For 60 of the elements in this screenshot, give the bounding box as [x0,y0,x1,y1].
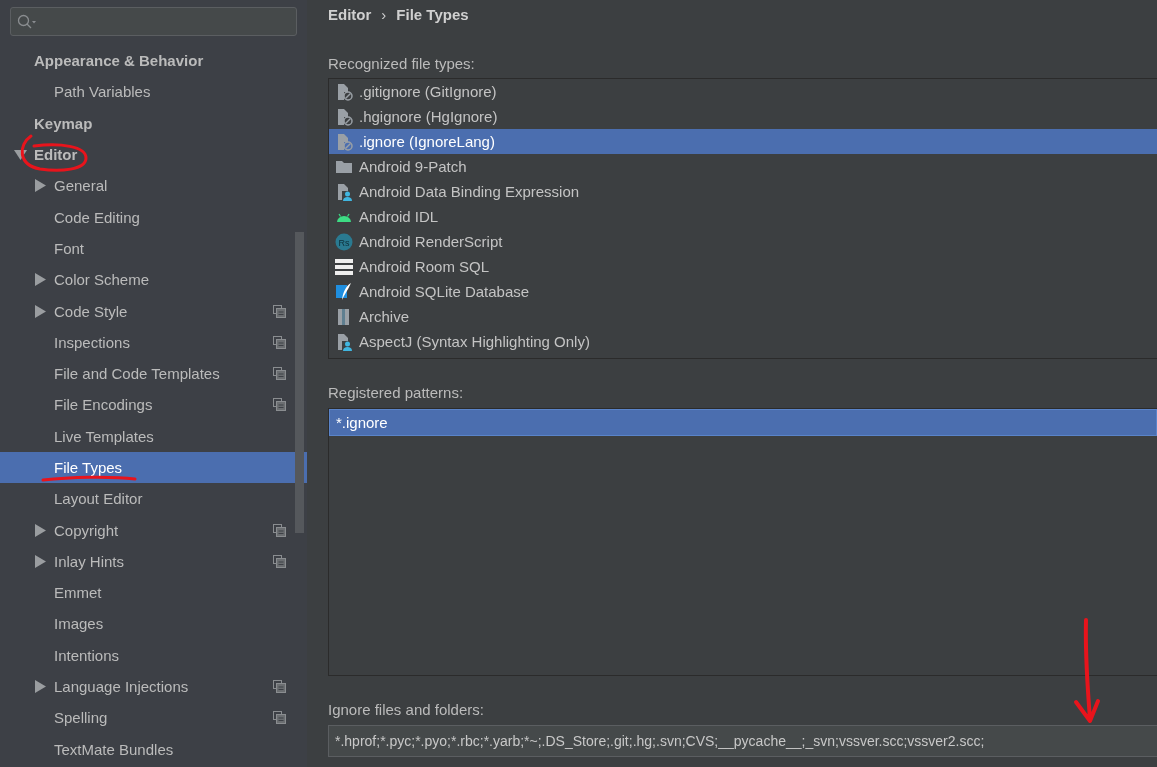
sidebar-item[interactable]: Code Editing [0,201,307,233]
list-item[interactable]: Android Room SQL [329,254,1157,279]
sidebar-item[interactable]: Editor [0,138,307,171]
sidebar-item[interactable]: Language Injections [0,670,307,703]
ignore-file-icon [335,107,353,126]
sidebar-item[interactable]: Intentions [0,639,307,671]
table-icon [335,257,353,276]
list-item[interactable]: .hgignore (HgIgnore) [329,104,1157,129]
sidebar-item[interactable]: Emmet [0,577,307,609]
list-item[interactable]: *.ignore [329,408,1157,436]
sidebar-item[interactable]: Copyright [0,514,307,546]
sidebar-item[interactable]: File Types [0,451,307,484]
list-item[interactable]: Android 9-Patch [329,154,1157,179]
sidebar-item[interactable]: Inspections [0,326,307,358]
sidebar-item[interactable]: Images [0,608,307,640]
breadcrumb-current: File Types [396,6,469,24]
expand-arrow-icon[interactable] [34,523,47,537]
sidebar-item[interactable]: Font [0,232,307,265]
sidebar-item[interactable]: Path Variables [0,76,307,108]
list-item[interactable]: Archive [329,304,1157,329]
sidebar-item[interactable]: TextMate Bundles [0,733,307,765]
section-label: Recognized file types: [328,54,476,72]
search-icon [17,13,37,30]
feather-database-icon [335,282,353,301]
sidebar-item[interactable]: Appearance & Behavior [0,45,307,77]
scrollbar-thumb[interactable] [295,232,304,533]
file-person-icon [335,332,353,351]
ignore-file-icon [335,82,353,101]
list-item[interactable]: Android SQLite Database [329,279,1157,304]
list-item[interactable]: Android IDL [329,204,1157,229]
list-item[interactable]: AspectJ (Syntax Highlighting Only) [329,329,1157,354]
sidebar-item[interactable]: File and Code Templates [0,357,307,390]
expand-arrow-icon[interactable] [34,304,47,318]
sidebar-item[interactable]: General [0,170,307,202]
field-label: Ignore files and folders: [328,701,485,719]
breadcrumb-link[interactable]: Editor [328,6,372,24]
expand-arrow-icon[interactable] [34,554,47,568]
expand-arrow-icon[interactable] [34,179,47,193]
section-label: Registered patterns: [328,384,465,402]
list-item[interactable]: Android Data Binding Expression [329,179,1157,204]
list-item[interactable]: .ignore (IgnoreLang) [329,129,1157,154]
search-field[interactable] [10,7,297,36]
list-item[interactable]: .gitignore (GitIgnore) [329,79,1157,104]
expand-arrow-icon[interactable] [34,273,47,287]
file-person-icon [335,182,353,201]
list-item[interactable]: Rs Android RenderScript [329,229,1157,254]
expand-arrow-icon[interactable] [34,680,47,694]
sidebar-item[interactable]: Color Scheme [0,264,307,296]
sidebar-item[interactable]: File Encodings [0,389,307,421]
collapse-arrow-icon[interactable] [14,148,27,162]
renderscript-icon: Rs [335,232,353,251]
sidebar-item[interactable]: Code Style [0,295,307,327]
breadcrumb-separator: › [381,6,387,24]
sidebar-item[interactable]: Inlay Hints [0,545,307,578]
sidebar-item[interactable]: Spelling [0,702,307,734]
sidebar-item[interactable]: Live Templates [0,420,307,452]
ignore-file-icon [335,132,353,151]
sidebar-item[interactable]: Keymap [0,107,307,139]
input-field[interactable]: *.hprof;*.pyc;*.pyo;*.rbc;*.yarb;*~;.DS_Store;.git;.hg;.svn;CVS;__pycache__;_svn;vssver.scc;vssver2.scc; [328,724,1157,757]
sidebar-item[interactable]: Layout Editor [0,483,307,515]
